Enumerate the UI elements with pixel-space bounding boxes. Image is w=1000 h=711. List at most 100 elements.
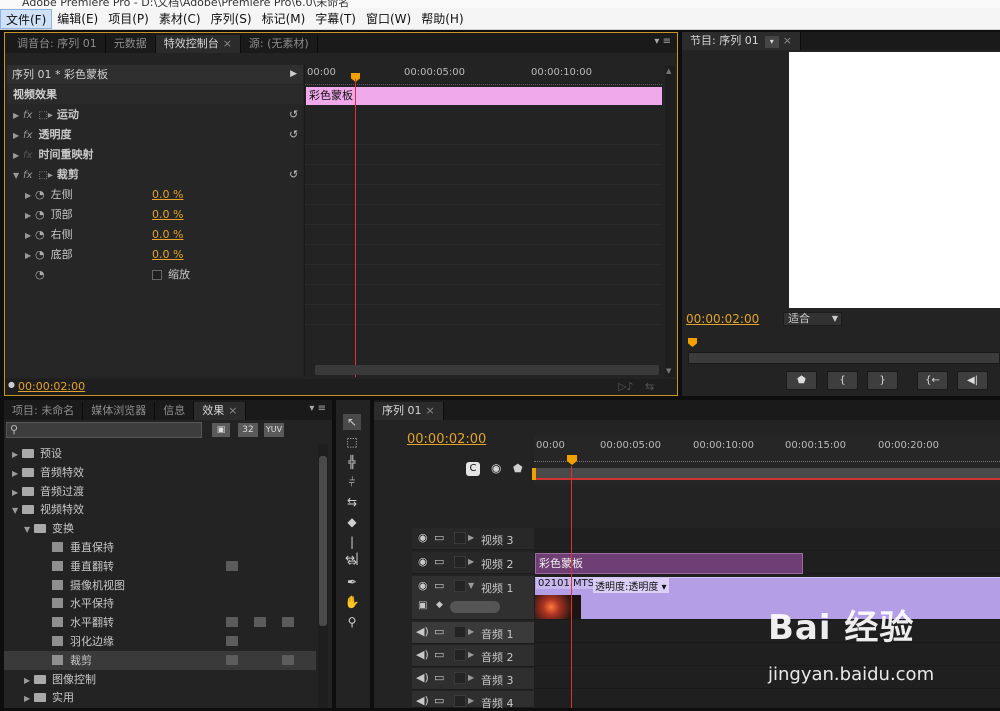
expand-triangle-icon[interactable]: ▶ [468,673,474,682]
effects-tree-item[interactable]: ▶ 音频过渡 [4,482,316,501]
vertical-scrollbar[interactable]: ▲ ▼ [665,65,675,377]
play-audio-icon[interactable]: ▷♪ [618,380,633,393]
expand-triangle-icon[interactable]: ▶ [25,246,35,265]
mark-out-button[interactable]: } [867,371,898,390]
expand-triangle-icon[interactable]: ▶ [12,464,22,483]
stopwatch-icon[interactable]: ◔ [35,268,45,281]
expand-triangle-icon[interactable]: ▶ [468,696,474,705]
sync-lock-icon[interactable]: ▭ [434,555,444,568]
effects-tree-item[interactable]: 水平翻转 [4,613,316,632]
zoom-tool-icon[interactable]: ⚲ [343,614,361,630]
effect-row-crop[interactable]: ▼ fx ⬚▸ 裁剪 ↺ [13,165,303,184]
tab-media-browser[interactable]: 媒体浏览器 [83,402,156,420]
program-playhead-icon[interactable] [688,338,697,347]
rolling-edit-tool-icon[interactable]: ⫩ [343,474,361,490]
slip-tool-icon[interactable]: |↔| [343,534,361,565]
collapse-triangle-icon[interactable]: ▼ [13,166,23,185]
yuv-effects-icon[interactable]: YUV [264,423,284,437]
display-style-icon[interactable]: ▣ [418,600,427,611]
reset-icon[interactable]: ↺ [289,165,298,184]
razor-tool-icon[interactable]: ◆ [343,514,361,530]
rate-stretch-tool-icon[interactable]: ⇆ [343,494,361,510]
32bit-effects-icon[interactable]: 32 [238,423,258,437]
selection-tool-icon[interactable]: ↖ [343,414,361,430]
crop-bottom-value[interactable]: 0.0 % [152,245,183,264]
color-matte-clip[interactable]: 彩色蒙板 [306,87,662,105]
track-header-audio-1[interactable]: ◀) ▭ ▶ 音频 1 [412,622,534,644]
effects-tree-item[interactable]: 裁剪 [4,650,316,670]
menu-clip[interactable]: 素材(C) [154,9,206,29]
close-icon[interactable]: × [426,404,435,417]
tab-effect-controls[interactable]: 特效控制台 × [155,35,241,53]
menu-project[interactable]: 项目(P) [103,9,154,29]
lock-toggle[interactable] [454,626,466,638]
effects-tree-item[interactable]: 水平保持 [4,594,316,613]
go-to-in-button[interactable]: {← [917,371,948,390]
expand-triangle-icon[interactable]: ▶ [468,533,474,542]
track-select-tool-icon[interactable]: ⬚ [343,434,361,450]
effects-tree-item[interactable]: 摄像机视图 [4,576,316,595]
expand-triangle-icon[interactable]: ▶ [12,445,22,464]
effect-row-opacity[interactable]: ▶ fx 透明度 ↺ [13,125,303,144]
timeline-ruler[interactable]: 00:00 00:00:05:00 00:00:10:00 00:00:15:0… [532,436,1000,484]
clip-fx-dropdown[interactable]: 透明度:透明度 ▾ [593,578,669,593]
close-icon[interactable]: × [783,34,792,47]
keyframe-icon[interactable]: ◆ [436,600,443,610]
track-header-video-3[interactable]: ◉ ▭ ▶ 视频 3 [412,528,534,550]
menu-sequence[interactable]: 序列(S) [206,9,257,29]
set-encore-marker-icon[interactable]: ◉ [491,461,501,475]
menu-window[interactable]: 窗口(W) [361,9,416,29]
add-marker-icon[interactable]: ⬟ [513,462,523,475]
expand-triangle-icon[interactable]: ▶ [24,689,34,708]
expand-triangle-icon[interactable]: ▶ [468,650,474,659]
effects-tree-item[interactable]: ▶ 音频特效 [4,463,316,482]
effects-tree-item[interactable]: 垂直保持 [4,538,316,557]
speaker-icon[interactable]: ◀) [416,625,429,638]
expand-triangle-icon[interactable]: ▶ [24,671,34,690]
collapse-triangle-icon[interactable]: ▼ [12,501,22,520]
track-header-video-1[interactable]: ◉ ▭ ▼ 视频 1 ▣ ◆ [412,576,534,620]
stopwatch-icon[interactable]: ◔ [35,228,45,241]
keyframe-nav[interactable] [450,601,500,613]
effects-tree-item[interactable]: 垂直翻转 [4,557,316,576]
panel-menu-icon[interactable]: ▾ ≡ [654,36,671,47]
expand-right-icon[interactable]: ▶ [290,65,297,84]
lock-toggle[interactable] [454,556,466,568]
sync-lock-icon[interactable]: ▭ [434,694,444,707]
tab-program[interactable]: 节目: 序列 01 ▾ × [682,32,801,50]
expand-triangle-icon[interactable]: ▶ [25,206,35,225]
sync-lock-icon[interactable]: ▭ [434,579,444,592]
expand-triangle-icon[interactable]: ▶ [13,106,23,125]
track-header-audio-2[interactable]: ◀) ▭ ▶ 音频 2 [412,645,534,667]
expand-triangle-icon[interactable]: ▶ [468,557,474,566]
expand-triangle-icon[interactable]: ▶ [13,146,23,165]
fx-icon[interactable]: fx [23,170,32,181]
tab-effects[interactable]: 效果 × [194,402,247,420]
expand-triangle-icon[interactable]: ▶ [25,226,35,245]
fit-select[interactable]: 适合 ▼ [783,312,842,326]
menu-file[interactable]: 文件(F) [0,8,53,29]
effects-tree-item[interactable]: ▶ 预设 [4,444,316,463]
sync-lock-icon[interactable]: ▭ [434,648,444,661]
collapse-triangle-icon[interactable]: ▼ [24,520,34,539]
menu-help[interactable]: 帮助(H) [416,9,468,29]
stopwatch-icon[interactable]: ◔ [35,208,45,221]
lock-toggle[interactable] [454,695,466,707]
snap-icon[interactable]: C [466,462,480,476]
lock-toggle[interactable] [454,672,466,684]
dropdown-icon[interactable]: ▾ [764,36,779,48]
expand-triangle-icon[interactable]: ▶ [468,627,474,636]
crop-left-value[interactable]: 0.0 % [152,185,183,204]
effects-search-input[interactable]: ⚲ [6,422,202,438]
menu-title[interactable]: 字幕(T) [310,9,361,29]
lock-toggle[interactable] [454,649,466,661]
effects-scrollbar[interactable] [318,444,328,708]
eye-icon[interactable]: ◉ [418,579,428,592]
stopwatch-icon[interactable]: ◔ [35,248,45,261]
reset-icon[interactable]: ↺ [289,105,298,124]
zoom-checkbox[interactable] [152,270,162,280]
sync-lock-icon[interactable]: ▭ [434,671,444,684]
menu-marker[interactable]: 标记(M) [257,9,311,29]
sync-lock-icon[interactable]: ▭ [434,625,444,638]
close-icon[interactable]: × [223,37,232,50]
